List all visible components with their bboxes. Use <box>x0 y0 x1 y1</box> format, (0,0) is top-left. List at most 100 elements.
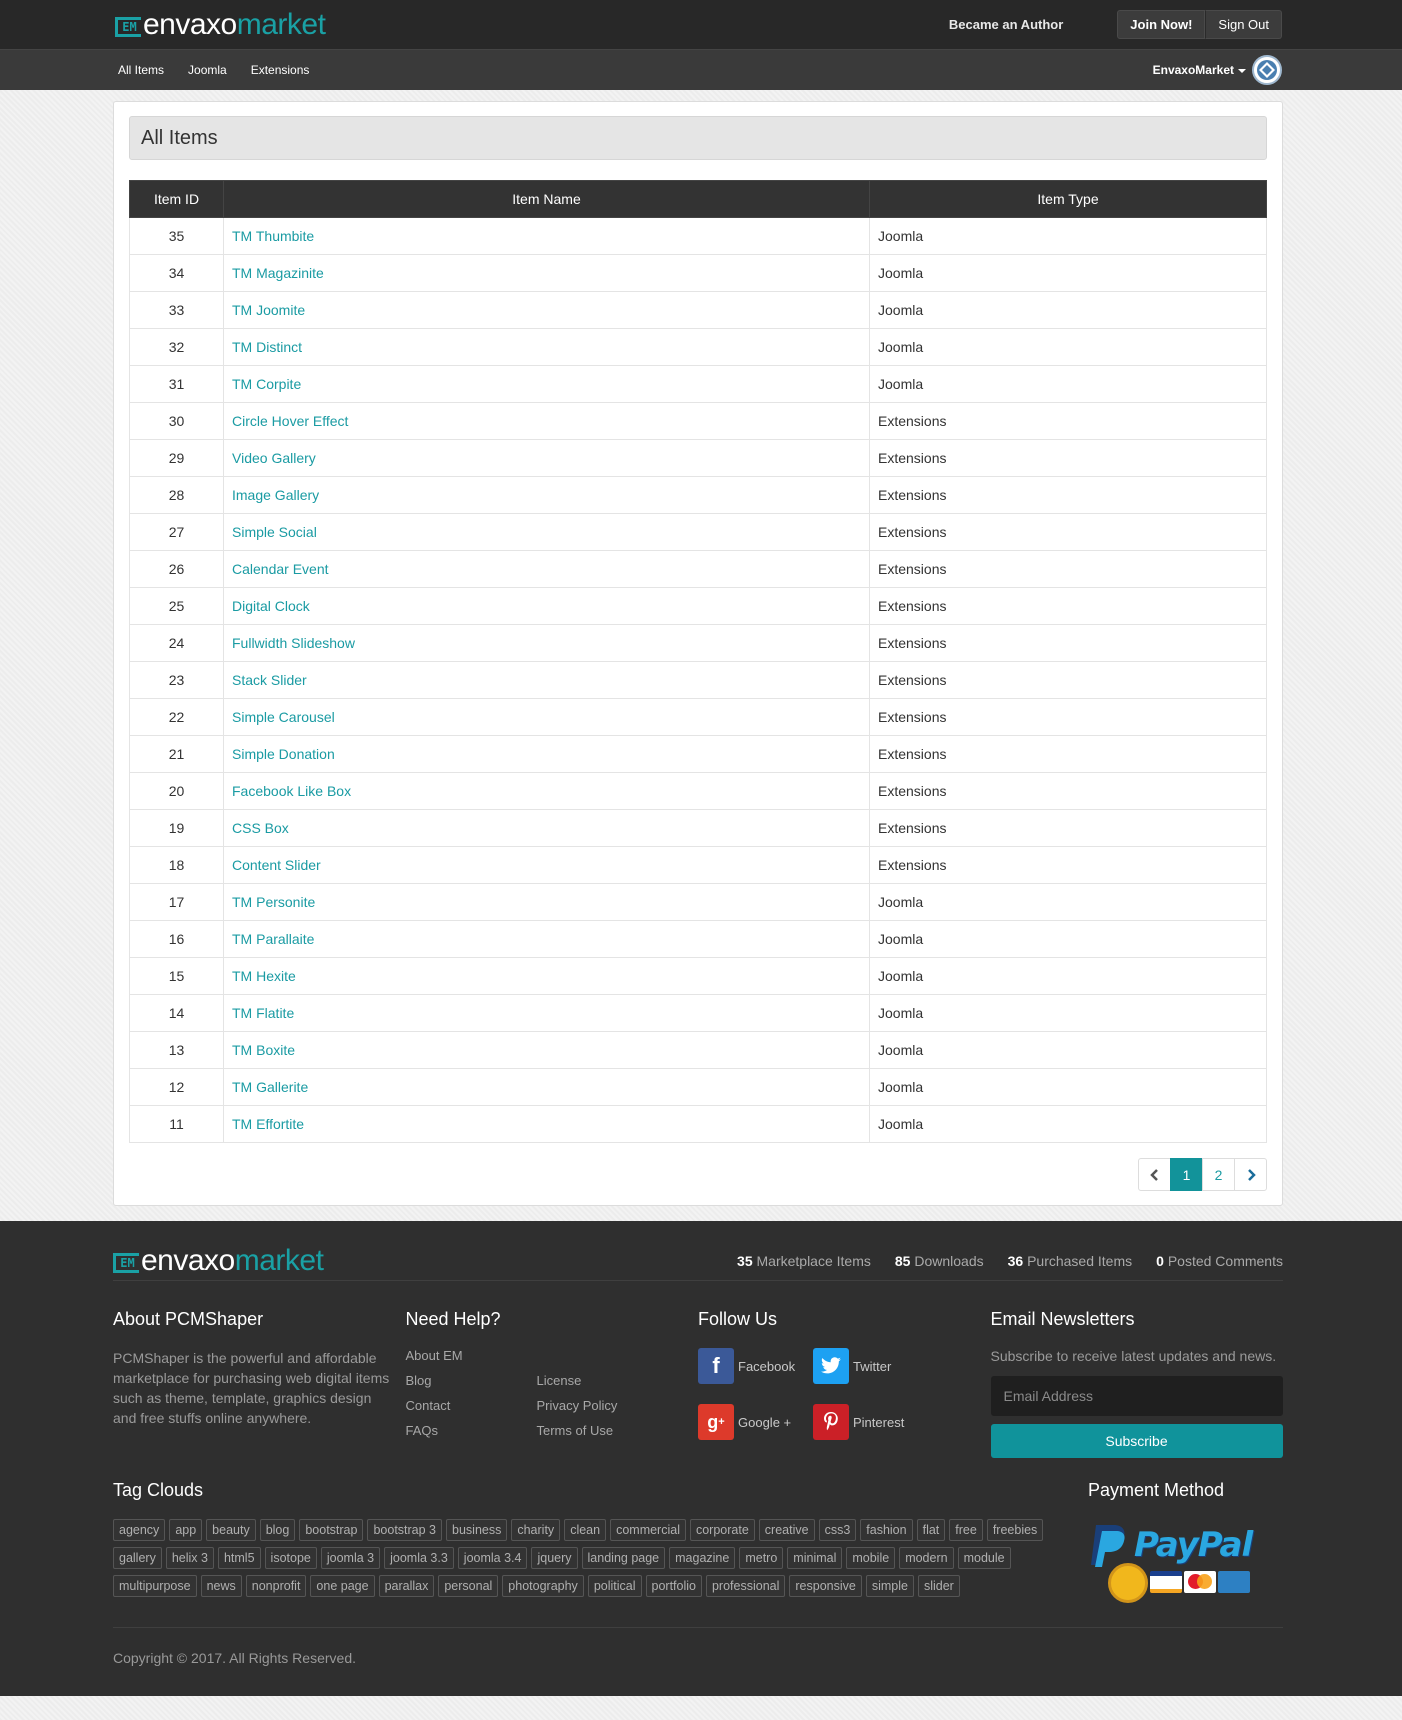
item-name-link[interactable]: Fullwidth Slideshow <box>232 635 355 651</box>
tag-item[interactable]: modern <box>899 1547 954 1569</box>
item-name-link[interactable]: Digital Clock <box>232 598 310 614</box>
became-author-link[interactable]: Became an Author <box>949 17 1063 32</box>
tag-item[interactable]: corporate <box>689 1519 755 1541</box>
item-name-link[interactable]: TM Joomite <box>232 302 305 318</box>
item-name-link[interactable]: TM Effortite <box>232 1116 304 1132</box>
tag-item[interactable]: blog <box>259 1519 296 1541</box>
item-name-link[interactable]: Content Slider <box>232 857 321 873</box>
item-name-link[interactable]: Calendar Event <box>232 561 329 577</box>
tag-item[interactable]: minimal <box>787 1547 843 1569</box>
tag-item[interactable]: multipurpose <box>113 1575 197 1597</box>
tag-item[interactable]: nonprofit <box>245 1575 307 1597</box>
tag-item[interactable]: slider <box>917 1575 960 1597</box>
user-menu[interactable]: EnvaxoMarket <box>1153 54 1282 86</box>
join-now-button[interactable]: Join Now! <box>1117 10 1206 39</box>
item-name-link[interactable]: CSS Box <box>232 820 289 836</box>
item-name-link[interactable]: TM Corpite <box>232 376 301 392</box>
item-name-link[interactable]: TM Thumbite <box>232 228 314 244</box>
tag-item[interactable]: commercial <box>610 1519 686 1541</box>
item-name-link[interactable]: Video Gallery <box>232 450 316 466</box>
item-name-link[interactable]: TM Hexite <box>232 968 296 984</box>
google-plus-link[interactable]: g + Google + <box>698 1404 813 1440</box>
tag-item[interactable]: personal <box>438 1575 499 1597</box>
tag-item[interactable]: isotope <box>264 1547 317 1569</box>
item-name-link[interactable]: Facebook Like Box <box>232 783 351 799</box>
pagination-page-1[interactable]: 1 <box>1170 1158 1203 1191</box>
header-actions: Became an Author Join Now! Sign Out <box>949 10 1282 39</box>
item-id: 16 <box>129 920 224 958</box>
item-name-link[interactable]: TM Distinct <box>232 339 302 355</box>
tag-item[interactable]: portfolio <box>645 1575 702 1597</box>
pinterest-link[interactable]: Pinterest <box>813 1404 928 1440</box>
item-name-link[interactable]: Simple Donation <box>232 746 335 762</box>
nav-item-extensions[interactable]: Extensions <box>239 63 322 77</box>
brand-logo[interactable]: EM envaxomarket <box>115 10 326 40</box>
item-name-link[interactable]: Circle Hover Effect <box>232 413 348 429</box>
tag-item[interactable]: flat <box>916 1519 946 1541</box>
tag-item[interactable]: business <box>446 1519 508 1541</box>
help-link-license[interactable]: License <box>537 1373 668 1398</box>
tag-item[interactable]: app <box>169 1519 203 1541</box>
tag-item[interactable]: agency <box>113 1519 166 1541</box>
tag-item[interactable]: html5 <box>217 1547 261 1569</box>
tag-item[interactable]: creative <box>758 1519 815 1541</box>
tag-item[interactable]: photography <box>502 1575 584 1597</box>
item-name-link[interactable]: TM Magazinite <box>232 265 324 281</box>
tag-item[interactable]: fashion <box>860 1519 913 1541</box>
item-name-link[interactable]: TM Gallerite <box>232 1079 308 1095</box>
tag-item[interactable]: free <box>949 1519 983 1541</box>
email-field[interactable] <box>990 1376 1283 1416</box>
item-name-link[interactable]: TM Flatite <box>232 1005 294 1021</box>
help-link-contact[interactable]: Contact <box>406 1398 537 1423</box>
footer-top: EM envaxomarket 35 Marketplace Items 85 … <box>113 1241 1283 1281</box>
item-name-link[interactable]: TM Boxite <box>232 1042 295 1058</box>
sign-out-button[interactable]: Sign Out <box>1205 10 1282 39</box>
help-link-blog[interactable]: Blog <box>406 1373 537 1398</box>
tag-item[interactable]: css3 <box>818 1519 857 1541</box>
tag-item[interactable]: one page <box>310 1575 375 1597</box>
tag-item[interactable]: clean <box>564 1519 607 1541</box>
twitter-link[interactable]: Twitter <box>813 1348 928 1384</box>
tag-item[interactable]: joomla 3.3 <box>384 1547 454 1569</box>
pagination-page-2[interactable]: 2 <box>1202 1158 1235 1191</box>
tag-item[interactable]: political <box>587 1575 642 1597</box>
help-link-privacy-policy[interactable]: Privacy Policy <box>537 1398 668 1423</box>
tag-item[interactable]: magazine <box>669 1547 736 1569</box>
tag-item[interactable]: landing page <box>581 1547 666 1569</box>
tag-item[interactable]: bootstrap <box>299 1519 364 1541</box>
facebook-link[interactable]: f Facebook <box>698 1348 813 1384</box>
item-name-link[interactable]: TM Personite <box>232 894 315 910</box>
nav-item-joomla[interactable]: Joomla <box>176 63 239 77</box>
item-name-link[interactable]: Stack Slider <box>232 672 307 688</box>
tag-item[interactable]: metro <box>739 1547 784 1569</box>
tag-item[interactable]: charity <box>511 1519 561 1541</box>
pagination-prev-icon[interactable] <box>1138 1158 1171 1191</box>
tag-item[interactable]: news <box>200 1575 242 1597</box>
tag-item[interactable]: gallery <box>113 1547 162 1569</box>
tag-item[interactable]: freebies <box>986 1519 1044 1541</box>
tag-item[interactable]: professional <box>705 1575 786 1597</box>
item-name-link[interactable]: Simple Carousel <box>232 709 335 725</box>
tag-item[interactable]: joomla 3.4 <box>457 1547 528 1569</box>
item-name-link[interactable]: TM Parallaite <box>232 931 314 947</box>
help-link-terms-of-use[interactable]: Terms of Use <box>537 1423 668 1448</box>
item-name-link[interactable]: Simple Social <box>232 524 317 540</box>
stat-posted-comments: 0 Posted Comments <box>1156 1252 1283 1269</box>
footer-logo[interactable]: EM envaxomarket <box>113 1245 324 1276</box>
tag-item[interactable]: parallax <box>378 1575 435 1597</box>
tag-item[interactable]: beauty <box>206 1519 256 1541</box>
tag-item[interactable]: mobile <box>846 1547 896 1569</box>
tag-item[interactable]: bootstrap 3 <box>367 1519 443 1541</box>
tag-item[interactable]: helix 3 <box>165 1547 214 1569</box>
nav-item-all-items[interactable]: All Items <box>106 63 176 77</box>
tag-item[interactable]: simple <box>865 1575 914 1597</box>
help-link-faqs[interactable]: FAQs <box>406 1423 537 1448</box>
tag-item[interactable]: joomla 3 <box>320 1547 381 1569</box>
tag-item[interactable]: responsive <box>789 1575 862 1597</box>
tag-item[interactable]: module <box>957 1547 1011 1569</box>
help-link-about-em[interactable]: About EM <box>406 1348 537 1373</box>
item-name-link[interactable]: Image Gallery <box>232 487 319 503</box>
pagination-next-icon[interactable] <box>1234 1158 1267 1191</box>
tag-item[interactable]: jquery <box>531 1547 578 1569</box>
subscribe-button[interactable]: Subscribe <box>990 1424 1283 1458</box>
